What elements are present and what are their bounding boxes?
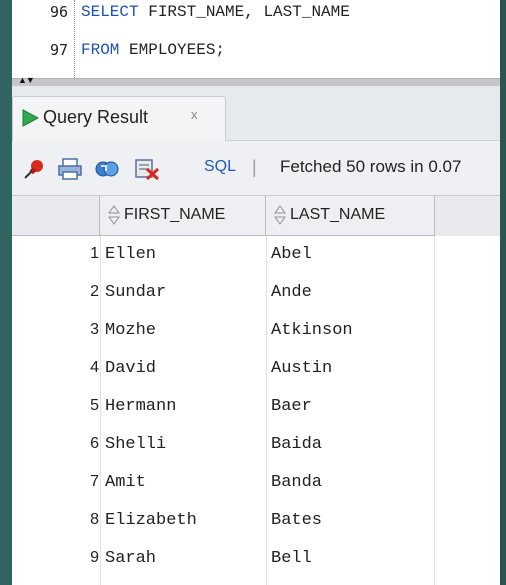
pane-splitter[interactable]: ▲▼ bbox=[12, 75, 500, 86]
code-token: FROM bbox=[81, 41, 130, 59]
print-icon[interactable] bbox=[58, 158, 82, 180]
cell-last-name[interactable]: Atkinson bbox=[271, 321, 353, 340]
run-play-icon bbox=[22, 109, 39, 127]
column-header-first-name[interactable]: FIRST_NAME bbox=[100, 196, 266, 236]
refresh-icon[interactable] bbox=[94, 158, 120, 180]
sql-developer-window: 96 SELECT FIRST_NAME, LAST_NAME 97 FROM … bbox=[12, 0, 500, 585]
cell-first-name[interactable]: Mozhe bbox=[105, 321, 156, 340]
code-line-97[interactable]: 97 FROM EMPLOYEES; bbox=[12, 38, 500, 64]
grid-header: FIRST_NAME LAST_NAME bbox=[12, 196, 500, 236]
table-row[interactable]: 4 David Austin bbox=[12, 350, 500, 388]
row-number: 3 bbox=[90, 321, 99, 338]
code-line-96[interactable]: 96 SELECT FIRST_NAME, LAST_NAME bbox=[12, 0, 500, 26]
table-row[interactable]: 7 Amit Banda bbox=[12, 464, 500, 502]
code-token: SELECT bbox=[81, 3, 149, 21]
sql-button[interactable]: SQL bbox=[204, 158, 236, 176]
result-toolbar: SQL | Fetched 50 rows in 0.07 bbox=[12, 141, 500, 196]
code-token: FIRST_NAME, LAST_NAME bbox=[148, 3, 350, 21]
cell-last-name[interactable]: Abel bbox=[271, 245, 312, 264]
cell-last-name[interactable]: Baida bbox=[271, 435, 322, 454]
fetch-status-text: Fetched 50 rows in 0.07 bbox=[280, 157, 462, 176]
cell-last-name[interactable]: Bates bbox=[271, 511, 322, 530]
column-header-label: FIRST_NAME bbox=[124, 206, 226, 223]
toolbar-separator: | bbox=[252, 157, 257, 177]
cell-first-name[interactable]: Amit bbox=[105, 473, 146, 492]
row-number: 9 bbox=[90, 549, 99, 566]
column-header-last-name[interactable]: LAST_NAME bbox=[266, 196, 435, 236]
cell-last-name[interactable]: Baer bbox=[271, 397, 312, 416]
code-token: EMPLOYEES; bbox=[129, 41, 226, 59]
row-number: 8 bbox=[90, 511, 99, 528]
cell-first-name[interactable]: Sundar bbox=[105, 283, 166, 302]
cell-first-name[interactable]: Elizabeth bbox=[105, 511, 197, 530]
background-right bbox=[500, 0, 506, 585]
table-row[interactable]: 6 Shelli Baida bbox=[12, 426, 500, 464]
cell-first-name[interactable]: David bbox=[105, 359, 156, 378]
sort-icon[interactable] bbox=[108, 205, 120, 225]
row-number: 4 bbox=[90, 359, 99, 376]
column-header-label: LAST_NAME bbox=[290, 206, 386, 223]
cell-last-name[interactable]: Bell bbox=[271, 549, 312, 568]
cancel-fetch-icon[interactable] bbox=[134, 158, 160, 180]
cell-last-name[interactable]: Ande bbox=[271, 283, 312, 302]
table-row[interactable]: 5 Hermann Baer bbox=[12, 388, 500, 426]
code-text[interactable]: SELECT FIRST_NAME, LAST_NAME bbox=[81, 3, 350, 21]
collapse-arrows-icon[interactable]: ▲▼ bbox=[18, 75, 35, 85]
result-grid[interactable]: FIRST_NAME LAST_NAME 1 Ellen Abel 2 Sund… bbox=[12, 196, 500, 585]
cell-first-name[interactable]: Sarah bbox=[105, 549, 156, 568]
sort-icon[interactable] bbox=[274, 205, 286, 225]
result-tab-bar: Query Result x bbox=[12, 86, 500, 141]
table-row[interactable]: 9 Sarah Bell bbox=[12, 540, 500, 578]
row-number: 1 bbox=[90, 245, 99, 262]
table-row[interactable]: 2 Sundar Ande bbox=[12, 274, 500, 312]
row-number: 2 bbox=[90, 283, 99, 300]
row-number: 7 bbox=[90, 473, 99, 490]
code-text[interactable]: FROM EMPLOYEES; bbox=[81, 41, 225, 59]
close-icon[interactable]: x bbox=[191, 107, 198, 122]
background-left bbox=[0, 0, 12, 585]
pin-icon[interactable] bbox=[22, 158, 46, 180]
row-number: 5 bbox=[90, 397, 99, 414]
cell-last-name[interactable]: Banda bbox=[271, 473, 322, 492]
cell-first-name[interactable]: Ellen bbox=[105, 245, 156, 264]
table-row[interactable]: 1 Ellen Abel bbox=[12, 236, 500, 274]
table-row[interactable]: 3 Mozhe Atkinson bbox=[12, 312, 500, 350]
sql-editor[interactable]: 96 SELECT FIRST_NAME, LAST_NAME 97 FROM … bbox=[12, 0, 500, 78]
tab-query-result[interactable]: Query Result x bbox=[12, 96, 226, 141]
cell-last-name[interactable]: Austin bbox=[271, 359, 332, 378]
line-number: 96 bbox=[49, 3, 68, 21]
cell-first-name[interactable]: Hermann bbox=[105, 397, 176, 416]
row-number: 6 bbox=[90, 435, 99, 452]
row-number-header bbox=[12, 196, 100, 236]
cell-first-name[interactable]: Shelli bbox=[105, 435, 166, 454]
line-number: 97 bbox=[49, 41, 68, 59]
table-row[interactable]: 8 Elizabeth Bates bbox=[12, 502, 500, 540]
tab-label: Query Result bbox=[43, 107, 149, 127]
